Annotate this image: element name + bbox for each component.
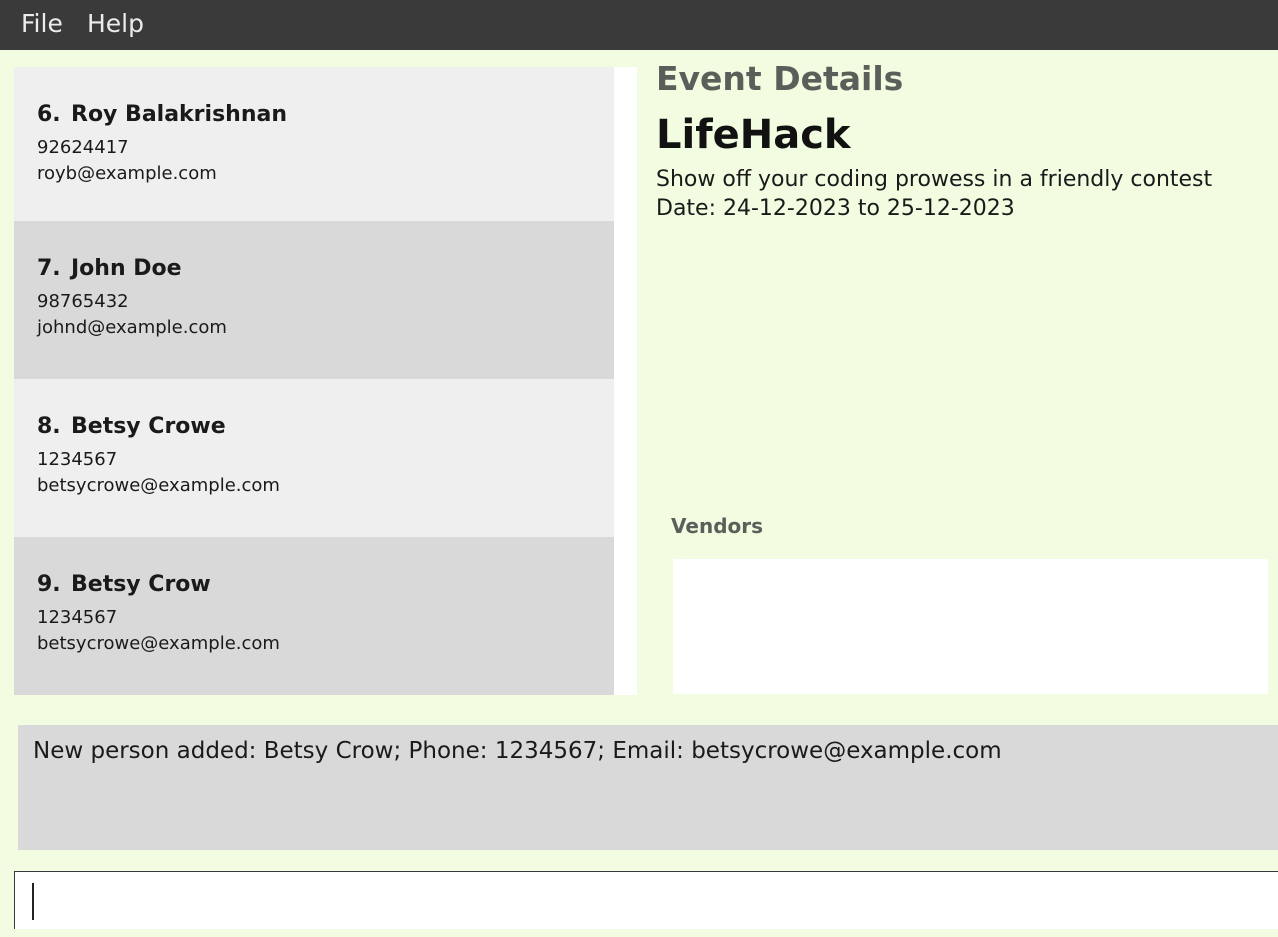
person-name-row: 6. Roy Balakrishnan (37, 100, 287, 130)
person-phone: 1234567 (37, 607, 118, 628)
person-list: 6. Roy Balakrishnan 92624417 royb@example… (14, 67, 614, 695)
menu-help[interactable]: Help (87, 7, 144, 41)
person-card[interactable]: 6. Roy Balakrishnan 92624417 royb@example… (14, 67, 614, 225)
result-message: New person added: Betsy Crow; Phone: 123… (33, 738, 1002, 764)
menu-bar: File Help (0, 0, 1278, 50)
person-email: johnd@example.com (37, 317, 227, 338)
person-index: 6. (37, 102, 61, 127)
person-name-row: 9. Betsy Crow (37, 570, 211, 600)
person-index: 9. (37, 572, 61, 597)
person-phone: 92624417 (37, 137, 129, 158)
person-card[interactable]: 8. Betsy Crowe 1234567 betsycrowe@example… (14, 379, 614, 537)
event-description: Show off your coding prowess in a friend… (656, 167, 1213, 192)
event-details-heading: Event Details (656, 59, 904, 98)
person-index: 7. (37, 256, 61, 281)
person-list-panel[interactable]: 6. Roy Balakrishnan 92624417 royb@example… (14, 67, 637, 695)
person-phone: 1234567 (37, 449, 118, 470)
person-name-row: 8. Betsy Crowe (37, 412, 226, 442)
person-name: Roy Balakrishnan (71, 102, 288, 127)
person-name-row: 7. John Doe (37, 254, 182, 284)
person-email: betsycrowe@example.com (37, 633, 280, 654)
result-display: New person added: Betsy Crow; Phone: 123… (18, 725, 1278, 850)
person-card[interactable]: 7. John Doe 98765432 johnd@example.com (14, 221, 614, 379)
command-input[interactable] (25, 878, 1278, 922)
event-name: LifeHack (656, 112, 851, 158)
person-phone: 98765432 (37, 291, 129, 312)
text-caret (32, 883, 34, 920)
event-dates: Date: 24-12-2023 to 25-12-2023 (656, 196, 1015, 221)
person-index: 8. (37, 414, 61, 439)
person-name: Betsy Crowe (71, 414, 226, 439)
vendors-list[interactable] (673, 559, 1268, 694)
person-name: Betsy Crow (71, 572, 211, 597)
command-box[interactable] (14, 871, 1278, 929)
person-name: John Doe (71, 256, 182, 281)
person-email: royb@example.com (37, 163, 217, 184)
person-card[interactable]: 9. Betsy Crow 1234567 betsycrowe@example.… (14, 537, 614, 695)
menu-file[interactable]: File (21, 7, 63, 41)
person-email: betsycrowe@example.com (37, 475, 280, 496)
vendors-heading: Vendors (671, 514, 764, 538)
